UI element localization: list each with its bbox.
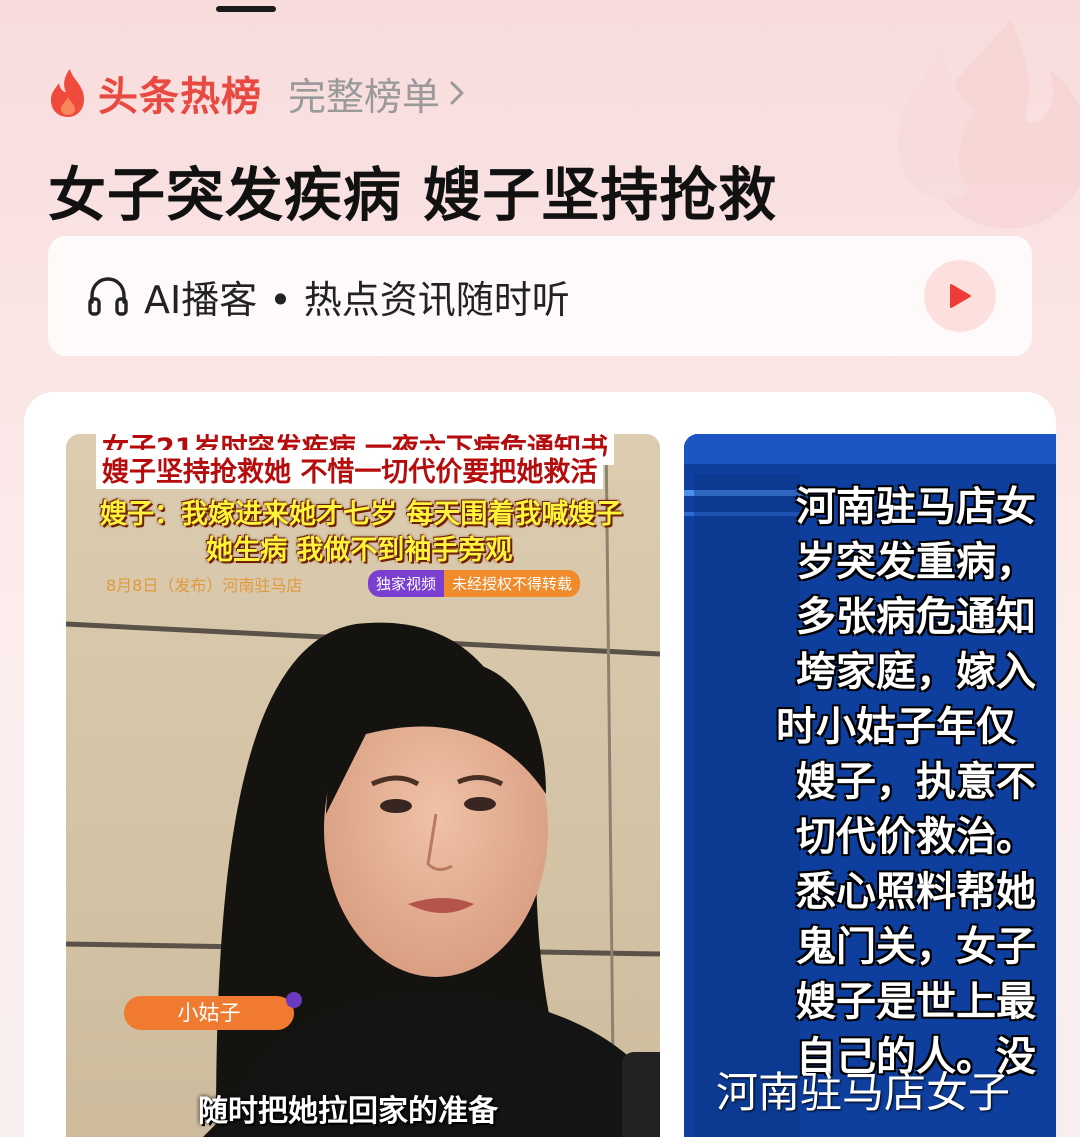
news-line: 多张病危通知 [796,594,1036,640]
headphones-icon [88,277,128,316]
ai-podcast-card[interactable]: AI播客 • 热点资讯随时听 [48,236,1032,356]
subtitle-quote-1: 嫂子：我嫁进来她才七岁 每天围着我喊嫂子 [100,499,623,530]
news-line: 切代价救治。 [796,814,1036,860]
news-line: 嫂子，执意不 [796,759,1036,805]
bottom-caption: 随时把她拉回家的准备 [198,1094,498,1129]
news-line: 嫂子是世上最 [796,979,1036,1025]
full-list-label: 完整榜单 [288,74,441,119]
subtitle-top: 嫂子坚持抢救她 不惜一切代价要把她救活 [96,450,604,489]
topic-headline[interactable]: 女子突发疾病 嫂子坚持抢救 [48,148,777,232]
news-line: 垮家庭，嫁入 [796,649,1036,695]
hot-list-brand: 头条热榜 [98,74,262,120]
flame-icon [51,69,84,117]
speaker-name-tag: 小姑子 [124,996,294,1030]
play-icon [950,284,971,308]
news-line: 鬼门关，女子 [796,924,1036,970]
video-thumbnail-1[interactable]: 女子21岁时突发疾病 一夜六下病危通知书 嫂子坚持抢救她 不惜一切代价要把她救活… [66,434,660,1137]
chevron-right-icon [450,81,464,105]
news-line: 悉心照料帮她 [796,869,1036,915]
exclusive-badge: 独家视频 未经授权不得转载 [368,570,581,597]
podcast-label: AI播客 • 热点资讯随时听 [144,277,570,322]
video-thumbnail-2[interactable]: 河南驻马店女 岁突发重病， 多张病危通知 垮家庭，嫁入 时小姑子年仅 嫂子，执意… [684,434,1056,1137]
play-button[interactable] [924,260,996,332]
flame-decoration-icon [898,20,1080,229]
date-location-tag: 8月8日（发布）河南驻马店 [106,576,303,595]
hot-topic-page: 头条热榜 完整榜单 女子突发疾病 嫂子坚持抢救 AI播客 • 热点资讯随时听 女… [0,0,1080,1137]
name-tag-dot [286,992,302,1008]
news-line: 河南驻马店女 [796,484,1036,530]
exclusive-label: 独家视频 [368,570,445,597]
news-line: 时小姑子年仅 [776,704,1016,750]
news-line: 岁突发重病， [796,539,1036,585]
subtitle-quote-2: 她生病 我做不到袖手旁观 [206,535,513,566]
status-indicator [216,6,276,12]
video-caption: 河南驻马店女子 [716,1068,1011,1117]
no-repost-label: 未经授权不得转载 [444,570,581,597]
media-panel: 女子21岁时突发疾病 一夜六下病危通知书 嫂子坚持抢救她 不惜一切代价要把她救活… [24,392,1056,1137]
full-list-link[interactable]: 完整榜单 [288,66,466,121]
hot-list-header: 头条热榜 完整榜单 [48,64,466,122]
